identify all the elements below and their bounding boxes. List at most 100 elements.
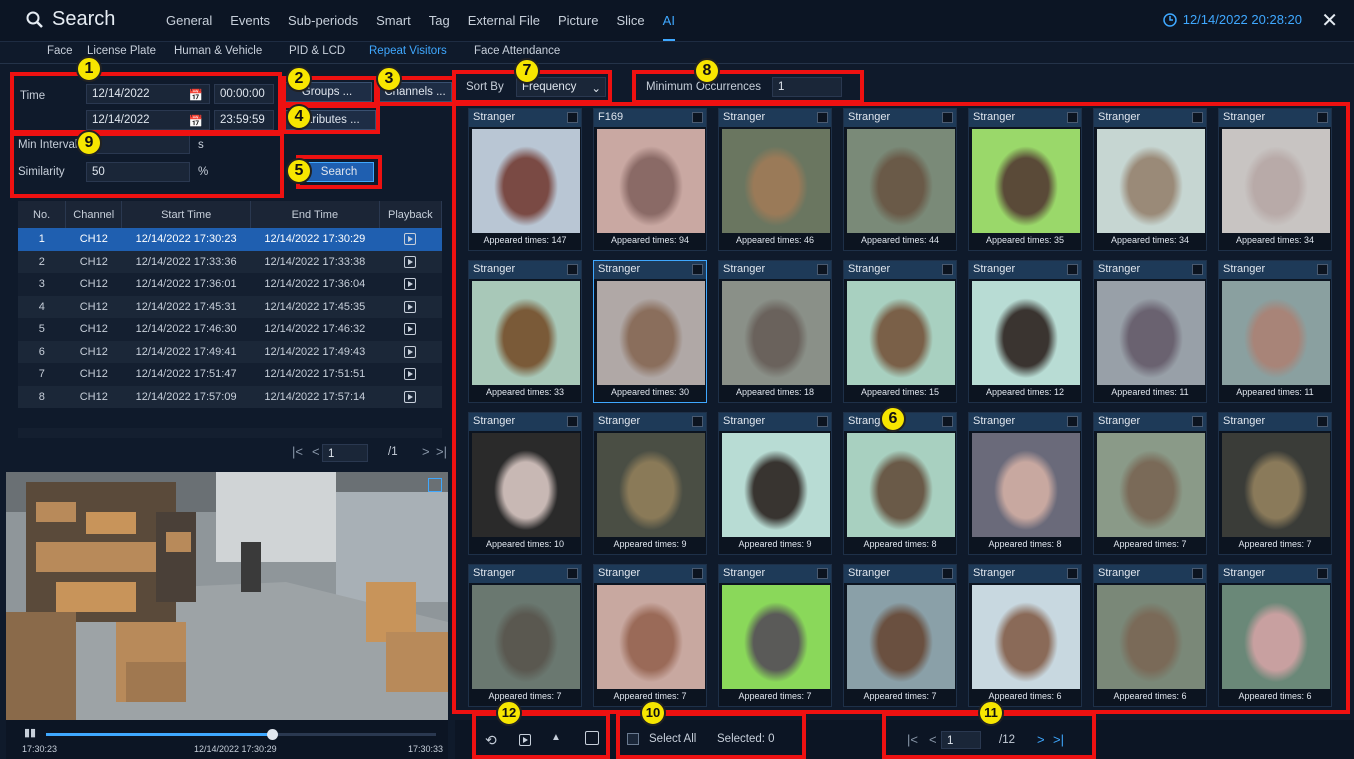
play-selected-icon[interactable] [519,732,531,746]
grid-first-page-icon[interactable]: |< [907,732,918,747]
caret-up-icon[interactable]: ▲ [551,732,561,743]
face-card-checkbox[interactable] [1317,264,1328,275]
menu-picture[interactable]: Picture [558,13,598,41]
grid-last-page-icon[interactable]: >| [1053,732,1064,747]
video-timeline[interactable] [46,729,436,740]
face-card[interactable]: Stranger Appeared times: 6 [1218,564,1332,707]
face-card[interactable]: Stranger Appeared times: 10 [468,412,582,555]
face-card-checkbox[interactable] [567,264,578,275]
face-card-checkbox[interactable] [1067,568,1078,579]
min-occurrences-input[interactable]: 1 [772,77,842,97]
face-card[interactable]: Stranger Appeared times: 11 [1093,260,1207,403]
table-row[interactable]: 2 CH12 12/14/2022 17:33:36 12/14/2022 17:33… [18,250,442,273]
face-card[interactable]: F169 Appeared times: 94 [593,108,707,251]
calendar-icon[interactable]: 📅 [189,88,203,102]
calendar-icon[interactable]: 📅 [189,114,203,128]
end-date-input[interactable]: 12/14/2022 📅 [86,110,210,130]
face-card-checkbox[interactable] [1192,264,1203,275]
play-icon[interactable] [404,278,417,291]
pause-icon[interactable]: ▮▮ [24,726,36,739]
search-button[interactable]: Search [304,162,374,182]
face-card-checkbox[interactable] [942,568,953,579]
face-card[interactable]: Stranger Appeared times: 44 [843,108,957,251]
menu-smart[interactable]: Smart [376,13,411,41]
menu-slice[interactable]: Slice [616,13,644,41]
face-card-checkbox[interactable] [817,112,828,123]
first-page-icon[interactable]: |< [292,444,303,459]
face-card[interactable]: Stranger Appeared times: 35 [968,108,1082,251]
select-all-checkbox[interactable] [627,733,639,745]
face-card[interactable]: Stranger Appeared times: 7 [1093,412,1207,555]
table-row[interactable]: 3 CH12 12/14/2022 17:36:01 12/14/2022 17:36… [18,273,442,296]
face-card[interactable]: Stranger Appeared times: 18 [718,260,832,403]
end-time-input[interactable]: 23:59:59 [214,110,274,130]
face-card-checkbox[interactable] [942,112,953,123]
face-card-checkbox[interactable] [692,416,703,427]
face-card-checkbox[interactable] [1067,416,1078,427]
face-card[interactable]: Stranger Appeared times: 30 [593,260,707,403]
menu-tag[interactable]: Tag [429,13,450,41]
menu-general[interactable]: General [166,13,212,41]
face-card[interactable]: Stranger Appeared times: 7 [468,564,582,707]
video-scrubber[interactable] [267,729,279,740]
fullscreen-icon[interactable] [428,478,442,492]
tab-face[interactable]: Face [47,45,73,57]
menu-external-file[interactable]: External File [468,13,540,41]
face-card[interactable]: Stranger Appeared times: 6 [968,564,1082,707]
menu-ai[interactable]: AI [662,13,675,41]
table-row[interactable]: 8 CH12 12/14/2022 17:57:09 12/14/2022 17:57… [18,385,442,408]
face-card-checkbox[interactable] [692,568,703,579]
face-card[interactable]: Stranger Appeared times: 33 [468,260,582,403]
tab-pid-lcd[interactable]: PID & LCD [289,45,345,57]
table-row[interactable]: 1 CH12 12/14/2022 17:30:23 12/14/2022 17:30… [18,228,442,251]
play-icon[interactable] [404,300,417,313]
face-card-checkbox[interactable] [1317,568,1328,579]
face-card[interactable]: Stranger Appeared times: 7 [1218,412,1332,555]
start-time-input[interactable]: 00:00:00 [214,84,274,104]
face-card-checkbox[interactable] [1317,416,1328,427]
play-icon[interactable] [404,345,417,358]
face-card[interactable]: Stranger Appeared times: 147 [468,108,582,251]
play-icon[interactable] [404,233,417,246]
table-row[interactable]: 7 CH12 12/14/2022 17:51:47 12/14/2022 17:51… [18,363,442,386]
grid-page-input[interactable]: 1 [941,731,981,749]
face-card[interactable]: Stranger Appeared times: 12 [968,260,1082,403]
face-card[interactable]: Stranger Appeared times: 8 [968,412,1082,555]
play-icon[interactable] [404,368,417,381]
face-card-checkbox[interactable] [817,568,828,579]
face-card-checkbox[interactable] [692,112,703,123]
face-card-checkbox[interactable] [1192,416,1203,427]
back-icon[interactable]: ⟲ [485,732,497,749]
grid-next-page-icon[interactable]: > [1037,732,1045,747]
table-page-input[interactable]: 1 [322,444,368,462]
face-card[interactable]: Stranger Appeared times: 15 [843,260,957,403]
face-card[interactable]: Stranger Appeared times: 7 [843,564,957,707]
play-icon[interactable] [404,255,417,268]
face-card-checkbox[interactable] [567,568,578,579]
close-icon[interactable]: ✕ [1321,8,1338,33]
face-card-checkbox[interactable] [817,416,828,427]
face-card[interactable]: Stranger Appeared times: 6 [1093,564,1207,707]
menu-events[interactable]: Events [230,13,270,41]
face-card-checkbox[interactable] [1192,568,1203,579]
face-card-checkbox[interactable] [942,264,953,275]
similarity-input[interactable]: 50 [86,162,190,182]
tab-human-vehicle[interactable]: Human & Vehicle [174,45,262,57]
table-scrollbar[interactable] [18,428,442,438]
face-card-checkbox[interactable] [692,264,703,275]
save-icon[interactable] [585,731,599,745]
start-date-input[interactable]: 12/14/2022 📅 [86,84,210,104]
table-row[interactable]: 4 CH12 12/14/2022 17:45:31 12/14/2022 17:45… [18,295,442,318]
tab-repeat-visitors[interactable]: Repeat Visitors [369,45,447,57]
face-card[interactable]: Stranger Appeared times: 9 [718,412,832,555]
face-card[interactable]: Stranger Appeared times: 9 [593,412,707,555]
face-card-checkbox[interactable] [1067,112,1078,123]
last-page-icon[interactable]: >| [436,444,447,459]
face-card[interactable]: Stranger Appeared times: 8 [843,412,957,555]
video-preview[interactable] [6,472,448,720]
face-card[interactable]: Stranger Appeared times: 7 [593,564,707,707]
face-card-checkbox[interactable] [1067,264,1078,275]
table-row[interactable]: 6 CH12 12/14/2022 17:49:41 12/14/2022 17:49… [18,340,442,363]
menu-sub-periods[interactable]: Sub-periods [288,13,358,41]
face-card[interactable]: Stranger Appeared times: 11 [1218,260,1332,403]
